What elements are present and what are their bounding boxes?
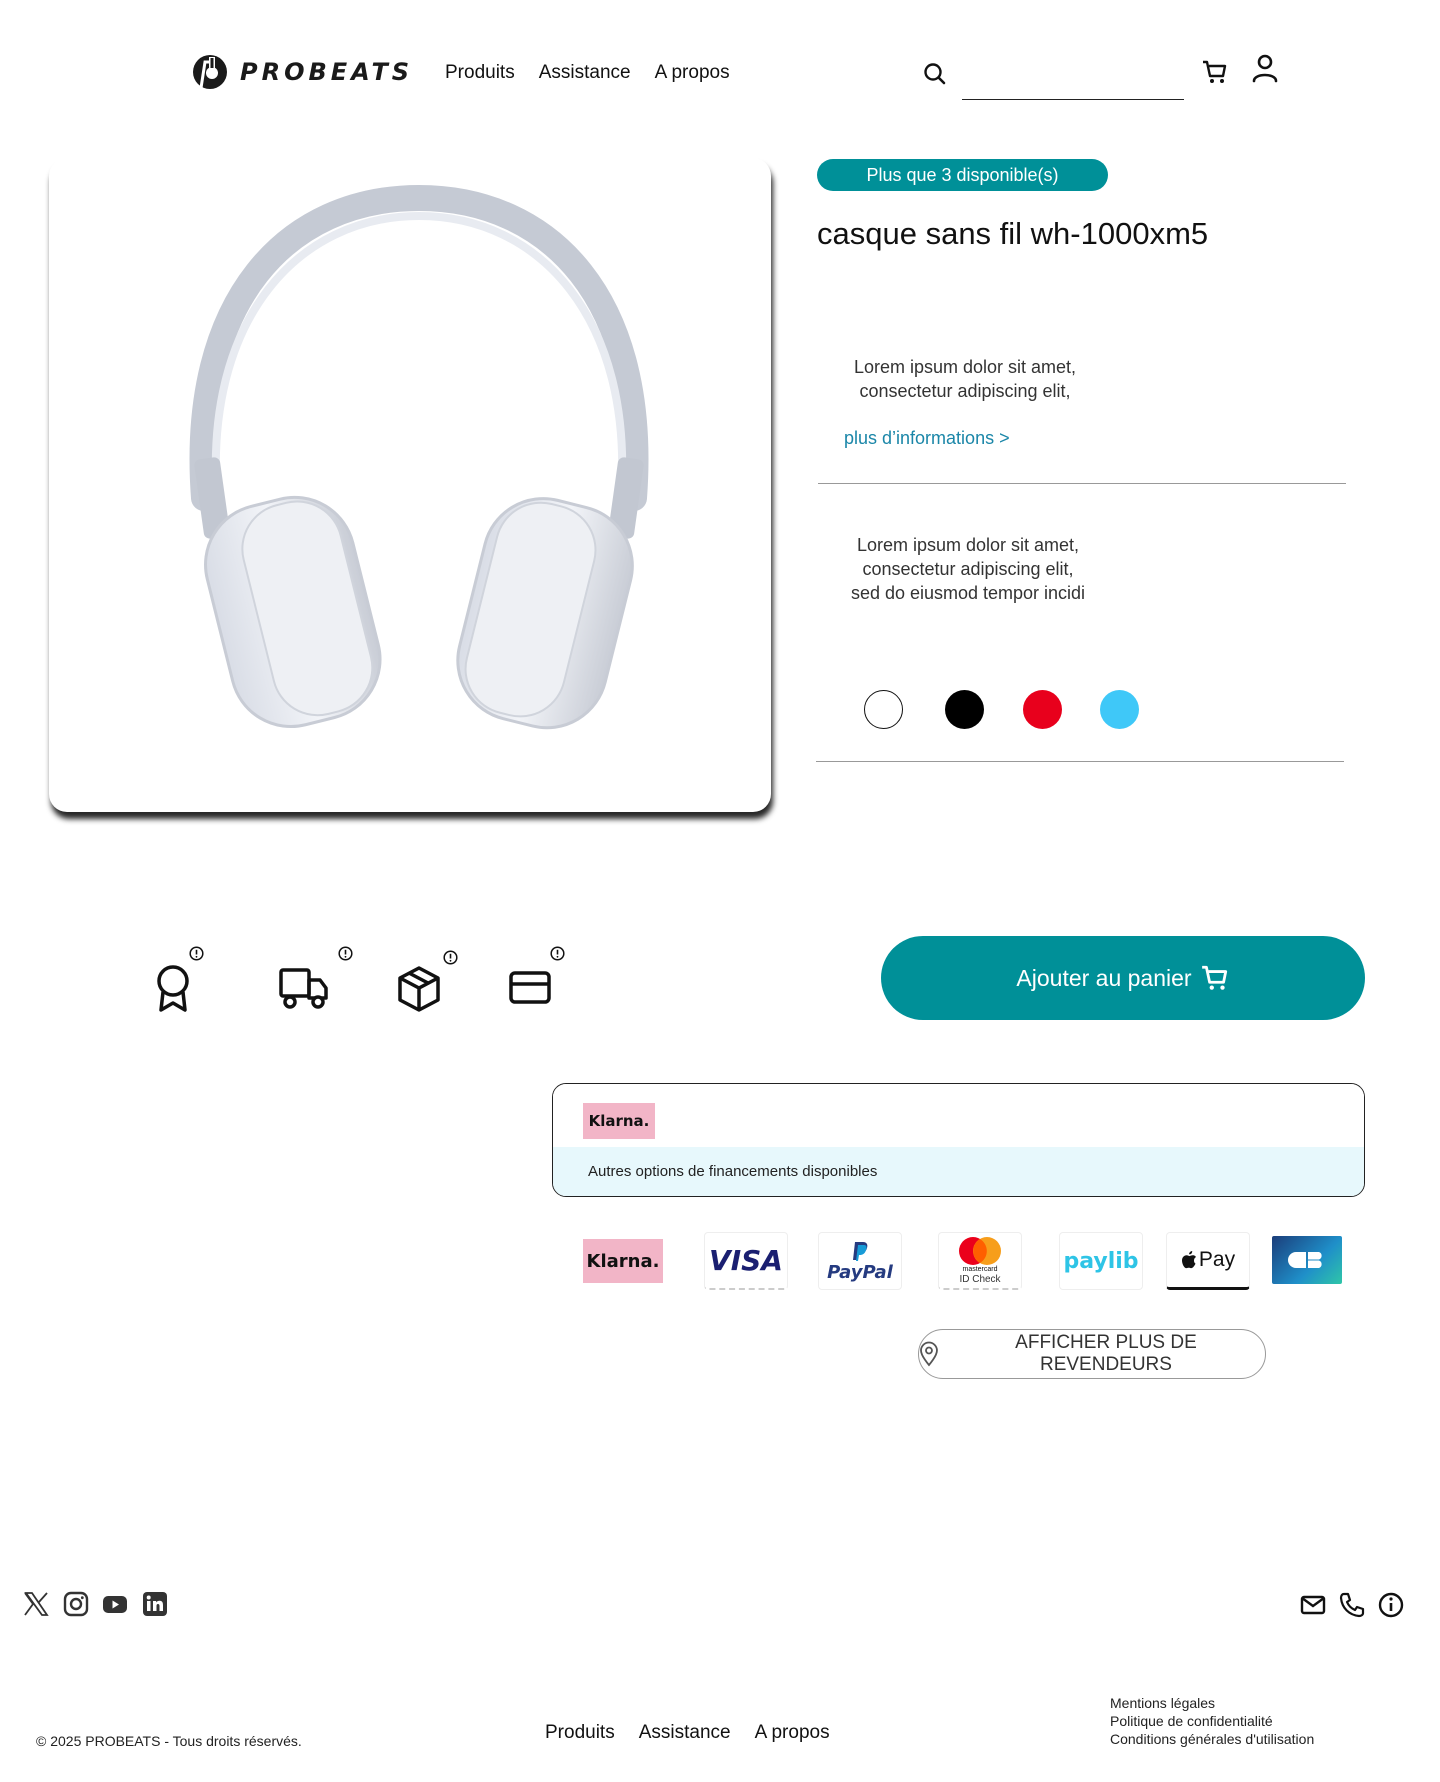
info-icon[interactable] — [550, 946, 565, 961]
description-line: consectetur adipiscing elit, — [862, 559, 1074, 579]
financing-bottom: Autres options de financements disponibl… — [553, 1147, 1364, 1196]
paylib-label: paylib — [1063, 1248, 1139, 1274]
financing-top: Klarna. — [553, 1084, 1364, 1147]
truck-icon[interactable] — [278, 966, 330, 1010]
x-twitter-icon[interactable] — [23, 1591, 49, 1617]
paylib-logo: paylib — [1059, 1232, 1143, 1290]
description-line: Lorem ipsum dolor sit amet, — [856, 535, 1080, 555]
mastercard-logo: mastercard ID Check — [938, 1232, 1022, 1290]
info-icon[interactable] — [189, 946, 204, 961]
youtube-icon[interactable] — [102, 1591, 128, 1617]
info-icon[interactable] — [1378, 1592, 1404, 1618]
add-to-cart-button[interactable]: Ajouter au panier — [881, 936, 1365, 1020]
color-swatch-white[interactable] — [864, 690, 903, 729]
logo-mark-icon — [193, 55, 227, 89]
divider — [818, 483, 1346, 484]
description-line: Lorem ipsum dolor sit amet, — [853, 357, 1077, 377]
klarna-logo: Klarna. — [583, 1239, 663, 1283]
legal-link-mentions[interactable]: Mentions légales — [1110, 1694, 1314, 1712]
product-image-card — [49, 158, 771, 812]
klarna-logo: Klarna. — [583, 1103, 655, 1139]
award-icon[interactable] — [155, 964, 191, 1014]
show-resellers-button[interactable]: AFFICHER PLUS DE REVENDEURS — [918, 1329, 1266, 1379]
search-icon[interactable] — [923, 62, 947, 86]
visa-label: VISA — [709, 1244, 783, 1277]
applepay-logo: Pay — [1166, 1232, 1250, 1290]
phone-icon[interactable] — [1339, 1592, 1365, 1618]
add-to-cart-label: Ajouter au panier — [1016, 964, 1192, 991]
color-swatch-red[interactable] — [1023, 690, 1062, 729]
nav-item-a-propos[interactable]: A propos — [655, 62, 730, 84]
klarna-payment-logo: Klarna. — [583, 1232, 663, 1290]
description-line: consectetur adipiscing elit, — [859, 381, 1071, 401]
cb-logo — [1272, 1236, 1342, 1284]
financing-options-text: Autres options de financements disponibl… — [588, 1163, 878, 1180]
cb-icon — [1288, 1252, 1322, 1268]
product-title: casque sans fil wh-1000xm5 — [817, 216, 1209, 251]
legal-links: Mentions légales Politique de confidenti… — [1110, 1694, 1314, 1748]
show-resellers-label: AFFICHER PLUS DE REVENDEURS — [1015, 1332, 1197, 1375]
nav-item-assistance[interactable]: Assistance — [539, 62, 631, 84]
mastercard-icon — [959, 1237, 1001, 1265]
stock-badge: Plus que 3 disponible(s) — [817, 159, 1108, 191]
applepay-label: Pay — [1198, 1248, 1236, 1271]
location-pin-icon — [920, 1341, 938, 1367]
brand-logo[interactable]: PROBEATS — [190, 52, 413, 92]
divider — [816, 761, 1344, 762]
instagram-icon[interactable] — [63, 1591, 89, 1617]
financing-box[interactable]: Klarna. Autres options de financements d… — [552, 1083, 1365, 1197]
color-swatch-black[interactable] — [945, 690, 984, 729]
product-description-long: Lorem ipsum dolor sit amet, consectetur … — [840, 533, 1096, 605]
mastercard-label: mastercard — [962, 1266, 998, 1273]
cart-icon — [1201, 965, 1227, 990]
description-line: sed do eiusmod tempor incidi — [850, 583, 1086, 603]
info-icon[interactable] — [338, 946, 353, 961]
paypal-icon — [853, 1241, 868, 1261]
headphones-image — [189, 184, 649, 730]
main-nav: Produits Assistance A propos — [445, 62, 730, 84]
copyright-text: © 2025 PROBEATS - Tous droits réservés. — [36, 1733, 302, 1749]
box-icon[interactable] — [397, 965, 441, 1013]
visa-logo: VISA — [704, 1232, 788, 1290]
footer-nav-produits[interactable]: Produits — [545, 1722, 615, 1744]
legal-link-privacy[interactable]: Politique de confidentialité — [1110, 1712, 1314, 1730]
footer-nav: Produits Assistance A propos — [545, 1722, 830, 1744]
paypal-label: PayPal — [827, 1261, 893, 1283]
card-icon[interactable] — [509, 971, 551, 1005]
info-icon[interactable] — [443, 950, 458, 965]
product-description-short: Lorem ipsum dolor sit amet, consectetur … — [845, 355, 1085, 403]
footer-nav-a-propos[interactable]: A propos — [755, 1722, 830, 1744]
color-swatch-blue[interactable] — [1100, 690, 1139, 729]
mastercard-idcheck: ID Check — [959, 1274, 1001, 1285]
paypal-logo: PayPal — [818, 1232, 902, 1290]
more-info-link[interactable]: plus d’informations > — [844, 428, 1010, 449]
search-input[interactable] — [962, 78, 1184, 100]
footer-nav-assistance[interactable]: Assistance — [639, 1722, 731, 1744]
linkedin-icon[interactable] — [142, 1591, 168, 1617]
legal-link-terms[interactable]: Conditions générales d'utilisation — [1110, 1730, 1314, 1748]
nav-item-produits[interactable]: Produits — [445, 62, 515, 84]
mail-icon[interactable] — [1300, 1592, 1326, 1618]
cart-icon[interactable] — [1201, 58, 1229, 86]
brand-name: PROBEATS — [240, 58, 414, 86]
apple-icon — [1181, 1251, 1196, 1269]
user-icon[interactable] — [1251, 53, 1279, 83]
